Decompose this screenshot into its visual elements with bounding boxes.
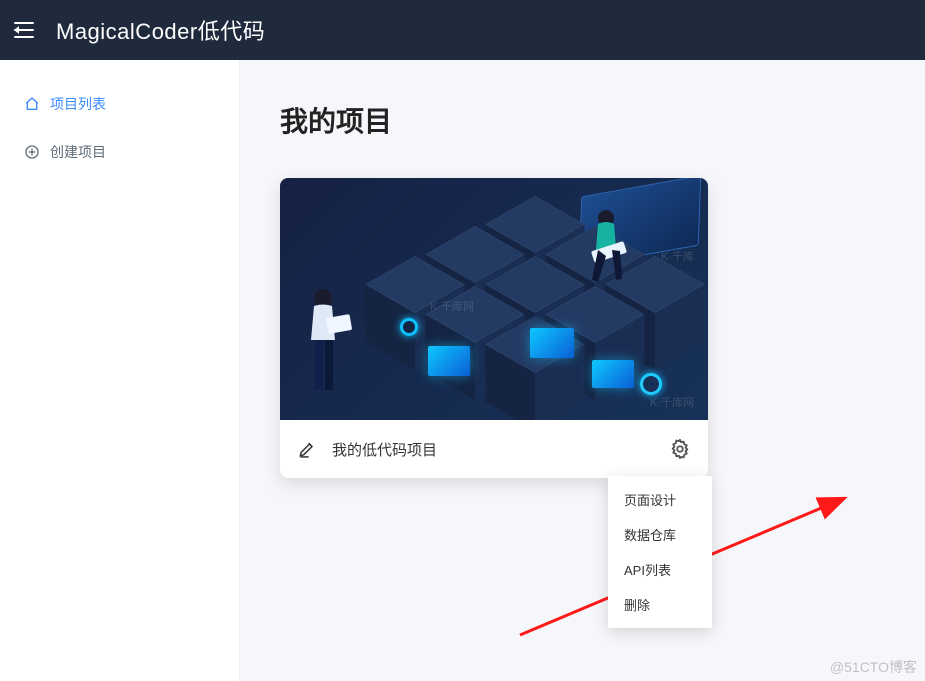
main-content: 我的项目 — [240, 60, 925, 681]
gear-icon[interactable] — [668, 437, 692, 461]
sidebar: 项目列表 创建项目 — [0, 60, 240, 681]
menu-item-api-list[interactable]: API列表 — [608, 552, 712, 587]
project-card[interactable]: K·千库网 K·千库网 K·千库 我的低代码项目 页面设计 — [280, 178, 708, 478]
sidebar-item-create[interactable]: 创建项目 — [0, 128, 239, 176]
menu-toggle-icon[interactable] — [14, 21, 34, 39]
project-cover: K·千库网 K·千库网 K·千库 — [280, 178, 708, 420]
menu-item-delete[interactable]: 删除 — [608, 587, 712, 622]
settings-dropdown: 页面设计 数据仓库 API列表 删除 — [608, 476, 712, 628]
sidebar-item-label: 创建项目 — [50, 142, 106, 162]
page-watermark: @51CTO博客 — [830, 657, 917, 677]
app-brand: MagicalCoder低代码 — [56, 14, 265, 46]
home-icon — [24, 96, 40, 112]
plus-circle-icon — [24, 144, 40, 160]
sidebar-item-projects[interactable]: 项目列表 — [0, 80, 239, 128]
project-card-footer: 我的低代码项目 页面设计 数据仓库 API列表 删除 — [280, 420, 708, 478]
menu-item-page-design[interactable]: 页面设计 — [608, 482, 712, 517]
project-title: 我的低代码项目 — [332, 439, 654, 460]
sidebar-item-label: 项目列表 — [50, 94, 106, 114]
menu-item-data-warehouse[interactable]: 数据仓库 — [608, 517, 712, 552]
page-title: 我的项目 — [280, 100, 925, 140]
app-header: MagicalCoder低代码 — [0, 0, 925, 60]
pencil-icon[interactable] — [296, 438, 318, 460]
